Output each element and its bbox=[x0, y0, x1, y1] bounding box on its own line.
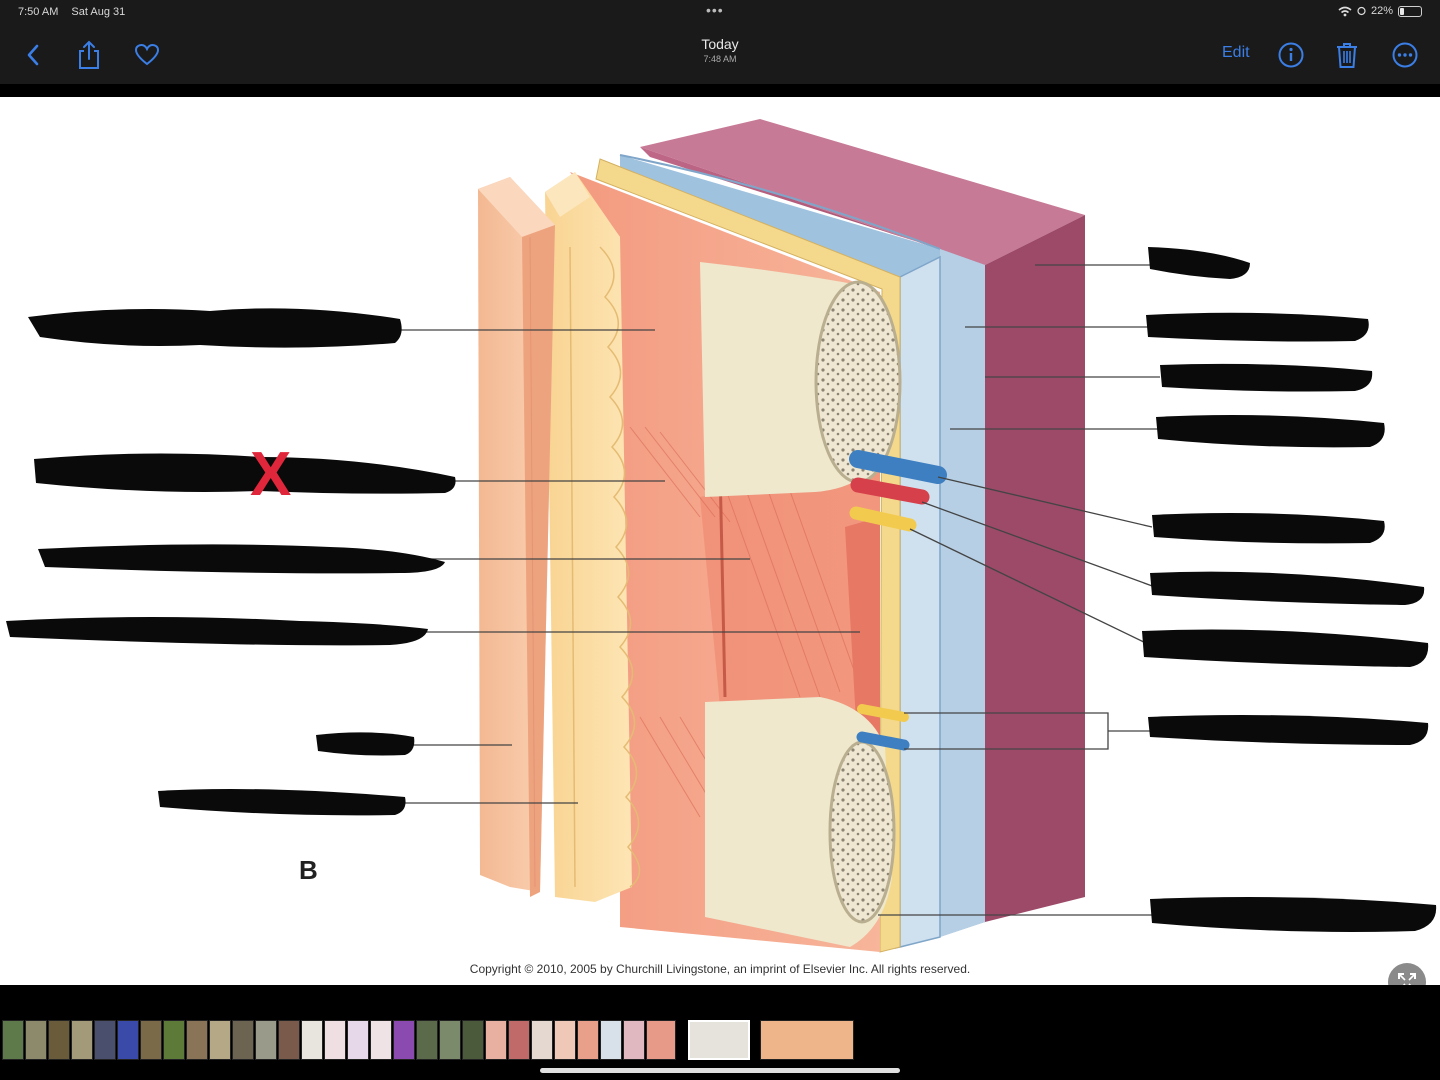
skin-layer bbox=[478, 177, 555, 897]
photo-canvas: X B Copyright © 2010, 2005 by Churchill … bbox=[0, 97, 1440, 985]
redaction-left-4 bbox=[6, 617, 428, 646]
thumbnail[interactable] bbox=[370, 1020, 392, 1060]
redaction-right-3 bbox=[1160, 363, 1373, 392]
multitasking-dots[interactable]: ••• bbox=[706, 2, 724, 18]
thumbnail[interactable] bbox=[25, 1020, 47, 1060]
thumbnail-filmstrip[interactable] bbox=[0, 1014, 1440, 1066]
expand-icon bbox=[1398, 973, 1416, 985]
thumbnail[interactable] bbox=[117, 1020, 139, 1060]
thumbnail[interactable] bbox=[71, 1020, 93, 1060]
info-icon bbox=[1278, 42, 1304, 68]
thumbnail[interactable] bbox=[94, 1020, 116, 1060]
wifi-icon bbox=[1338, 6, 1352, 16]
thumbnail[interactable] bbox=[508, 1020, 530, 1060]
thumbnail[interactable] bbox=[324, 1020, 346, 1060]
thumbnail[interactable] bbox=[462, 1020, 484, 1060]
status-date: Sat Aug 31 bbox=[71, 6, 126, 18]
red-x-mark: X bbox=[250, 440, 291, 509]
nav-title: Today bbox=[701, 36, 739, 52]
back-button[interactable] bbox=[16, 38, 50, 72]
panel-letter: B bbox=[299, 855, 318, 885]
status-indicators: 22% bbox=[1338, 5, 1422, 17]
redaction-left-2 bbox=[34, 453, 456, 494]
redaction-right-9 bbox=[1150, 897, 1437, 932]
nav-title-block: Today 7:48 AM bbox=[620, 36, 820, 64]
nav-subtitle: 7:48 AM bbox=[703, 54, 737, 64]
photo-viewer-screen: 7:50 AM Sat Aug 31 ••• 22% Today 7:48 AM… bbox=[0, 0, 1440, 1080]
thumbnail[interactable] bbox=[623, 1020, 645, 1060]
location-icon bbox=[1357, 6, 1366, 16]
trash-icon bbox=[1337, 43, 1357, 68]
thumbnail[interactable] bbox=[646, 1020, 676, 1060]
thumbnail[interactable] bbox=[531, 1020, 553, 1060]
ellipsis-circle-icon bbox=[1392, 42, 1418, 68]
redaction-left-1 bbox=[28, 308, 402, 348]
thumbnail[interactable] bbox=[48, 1020, 70, 1060]
redaction-right-4 bbox=[1156, 415, 1385, 448]
nav-bar: Today 7:48 AM Edit bbox=[0, 26, 1440, 84]
redaction-right-5 bbox=[1152, 513, 1385, 544]
thumbnail[interactable] bbox=[485, 1020, 507, 1060]
info-button[interactable] bbox=[1274, 38, 1308, 72]
share-icon bbox=[79, 40, 99, 69]
share-button[interactable] bbox=[72, 38, 106, 72]
edit-button[interactable]: Edit bbox=[1222, 44, 1250, 62]
thumbnail[interactable] bbox=[347, 1020, 369, 1060]
favorite-button[interactable] bbox=[130, 38, 164, 72]
status-bar: 7:50 AM Sat Aug 31 ••• 22% bbox=[0, 0, 1440, 26]
redaction-right-6 bbox=[1150, 571, 1425, 605]
thumbnail[interactable] bbox=[393, 1020, 415, 1060]
redaction-right-8 bbox=[1148, 715, 1429, 745]
redaction-right-2 bbox=[1146, 312, 1369, 342]
battery-icon bbox=[1398, 5, 1422, 17]
thumbnail[interactable] bbox=[163, 1020, 185, 1060]
thumbnail[interactable] bbox=[209, 1020, 231, 1060]
redaction-left-6 bbox=[158, 789, 406, 816]
thumbnail[interactable] bbox=[2, 1020, 24, 1060]
thumbnail[interactable] bbox=[577, 1020, 599, 1060]
home-indicator[interactable] bbox=[540, 1068, 900, 1073]
delete-button[interactable] bbox=[1330, 38, 1364, 72]
copyright-text: Copyright © 2010, 2005 by Churchill Livi… bbox=[469, 962, 971, 976]
thumbnail[interactable] bbox=[439, 1020, 461, 1060]
intercostal-anatomy-illustration: X bbox=[6, 119, 1437, 953]
redaction-right-1 bbox=[1148, 247, 1250, 279]
thumbnail[interactable] bbox=[232, 1020, 254, 1060]
thumbnail[interactable] bbox=[600, 1020, 622, 1060]
chevron-left-icon bbox=[27, 44, 39, 66]
status-time-date: 7:50 AM Sat Aug 31 bbox=[18, 6, 135, 18]
thumbnail-selected[interactable] bbox=[688, 1020, 750, 1060]
redaction-right-7 bbox=[1142, 629, 1429, 667]
battery-level bbox=[1400, 7, 1405, 15]
thumbnail[interactable] bbox=[554, 1020, 576, 1060]
thumbnail[interactable] bbox=[278, 1020, 300, 1060]
redaction-left-3 bbox=[38, 544, 445, 574]
thumbnail[interactable] bbox=[186, 1020, 208, 1060]
more-button[interactable] bbox=[1388, 38, 1422, 72]
thumbnail[interactable] bbox=[416, 1020, 438, 1060]
battery-percent: 22% bbox=[1370, 5, 1393, 17]
thumbnail[interactable] bbox=[301, 1020, 323, 1060]
thumbnail[interactable] bbox=[140, 1020, 162, 1060]
status-time: 7:50 AM bbox=[18, 6, 59, 18]
thumbnail[interactable] bbox=[760, 1020, 854, 1060]
thumbnail[interactable] bbox=[255, 1020, 277, 1060]
redaction-left-5 bbox=[316, 732, 415, 756]
heart-icon bbox=[134, 43, 160, 66]
